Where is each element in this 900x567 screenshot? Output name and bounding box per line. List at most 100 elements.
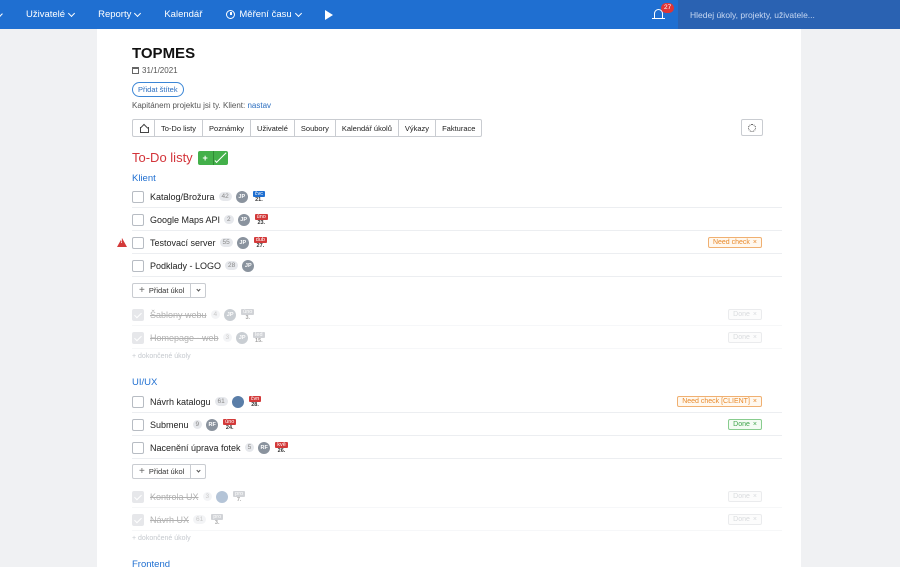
task-name[interactable]: Submenu [150, 420, 189, 430]
close-icon[interactable]: × [753, 421, 757, 428]
task-checkbox[interactable] [132, 418, 144, 431]
close-icon[interactable]: × [753, 239, 757, 246]
close-icon[interactable]: × [753, 493, 757, 500]
start-timer-button[interactable] [313, 0, 345, 29]
add-task-dropdown[interactable] [191, 284, 205, 297]
task-checkbox[interactable] [132, 236, 144, 249]
avatar[interactable] [231, 395, 244, 408]
status-badge[interactable]: Done × [728, 514, 762, 525]
task-count-badge: 55 [219, 238, 233, 247]
avatar[interactable]: JP [224, 308, 237, 321]
avatar[interactable]: RF [258, 441, 271, 454]
completed-task-row[interactable]: Návrh UX 61 pro 3. Done × [132, 509, 782, 531]
tab-invoicing[interactable]: Fakturace [436, 120, 481, 136]
task-name[interactable]: Návrh UX [150, 515, 189, 525]
list-title-client[interactable]: Klient [132, 173, 156, 184]
task-checkbox-checked[interactable] [132, 513, 144, 526]
list-title-frontend[interactable]: Frontend [132, 559, 170, 567]
tab-reports[interactable]: Výkazy [399, 120, 437, 136]
completed-task-row[interactable]: Kontrola UX 3 pro 7. Done × [132, 486, 782, 508]
status-badge[interactable]: Done × [728, 491, 762, 502]
task-name[interactable]: Testovací server [150, 238, 216, 248]
tab-users[interactable]: Uživatelé [251, 120, 295, 136]
status-badge[interactable]: Need check [CLIENT] × [677, 396, 762, 407]
project-date: 31/1/2021 [132, 66, 178, 75]
list-title-uiux[interactable]: UI/UX [132, 377, 157, 388]
close-icon[interactable]: × [753, 516, 757, 523]
todo-section-title: To-Do listy + [132, 150, 228, 165]
project-settings-button[interactable] [741, 119, 763, 136]
nav-reports[interactable]: Reporty [86, 0, 152, 29]
task-row[interactable]: Testovací server 55 JP dub27. Need check… [117, 232, 782, 254]
avatar[interactable]: JP [237, 213, 250, 226]
task-row[interactable]: Submenu 9 RF úno 24. Done × [132, 414, 782, 436]
task-checkbox-checked[interactable] [132, 308, 144, 321]
close-icon[interactable]: × [753, 398, 757, 405]
task-name[interactable]: Návrh katalogu [150, 397, 211, 407]
add-task-button[interactable]: + Přidat úkol [133, 284, 192, 297]
add-list-button[interactable]: + [197, 150, 213, 165]
avatar[interactable] [216, 490, 229, 503]
status-badge[interactable]: Done × [728, 309, 762, 320]
due-day: 26. [277, 447, 286, 454]
task-row[interactable]: Podklady - LOGO 28 JP [132, 255, 782, 277]
task-name[interactable]: Podklady - LOGO [150, 261, 221, 271]
due-date-badge: úno 23. [254, 213, 268, 226]
close-icon[interactable]: × [753, 334, 757, 341]
avatar[interactable]: RF [206, 418, 219, 431]
task-checkbox[interactable] [132, 395, 144, 408]
close-icon[interactable]: × [753, 311, 757, 318]
tab-home[interactable] [133, 120, 155, 136]
avatar[interactable]: JP [242, 259, 255, 272]
nav-users-label: Uživatelé [26, 9, 66, 20]
notifications-button[interactable]: 27 [650, 3, 675, 26]
task-checkbox-checked[interactable] [132, 490, 144, 503]
status-label: Done [733, 493, 750, 500]
tab-files[interactable]: Soubory [295, 120, 336, 136]
tab-task-calendar[interactable]: Kalendář úkolů [336, 120, 399, 136]
set-client-link[interactable]: nastav [247, 101, 271, 110]
task-name[interactable]: Katalog/Brožura [150, 192, 215, 202]
task-name[interactable]: Kontrola UX [150, 492, 199, 502]
project-tabs: To-Do listy Poznámky Uživatelé Soubory K… [132, 119, 483, 137]
add-list-dropdown[interactable] [212, 150, 228, 165]
show-completed-link[interactable]: + dokončené úkoly [132, 535, 191, 542]
avatar[interactable]: JP [236, 236, 249, 249]
task-checkbox[interactable] [132, 441, 144, 454]
add-tag-button[interactable]: Přidat štítek [132, 82, 184, 97]
due-day: 3. [214, 519, 220, 526]
plus-icon: + [139, 285, 145, 296]
task-name[interactable]: Homepage - web [150, 333, 219, 343]
completed-task-row[interactable]: Šablony webu 4 JP úno 3. Done × [132, 304, 782, 326]
status-badge[interactable]: Need check × [707, 237, 762, 248]
nav-time-label: Měření času [239, 9, 292, 20]
task-checkbox[interactable] [132, 213, 144, 226]
status-badge[interactable]: Done × [728, 332, 762, 343]
task-row[interactable]: Google Maps API 2 JP úno 23. [132, 209, 782, 231]
status-label: Done [733, 334, 750, 341]
task-row[interactable]: Návrh katalogu 61 čvn 28. Need check [CLI… [132, 391, 782, 413]
task-checkbox-checked[interactable] [132, 331, 144, 344]
task-row[interactable]: Katalog/Brožura 42 JP čvc 21. [132, 186, 782, 208]
top-navbar: Uživatelé Reporty Kalendář Měření času 2… [0, 0, 900, 29]
nav-time-tracking[interactable]: Měření času [214, 0, 312, 29]
task-row[interactable]: Nacenění úprava fotek 5 RF kvě 26. [132, 437, 782, 459]
tab-notes[interactable]: Poznámky [203, 120, 252, 136]
task-name[interactable]: Šablony webu [150, 310, 207, 320]
add-task-dropdown[interactable] [191, 465, 205, 478]
menu-caret-icon[interactable] [0, 11, 3, 17]
task-name[interactable]: Nacenění úprava fotek [150, 443, 241, 453]
show-completed-link[interactable]: + dokončené úkoly [132, 353, 191, 360]
add-task-button[interactable]: + Přidat úkol [133, 465, 192, 478]
status-badge[interactable]: Done × [728, 419, 762, 430]
task-checkbox[interactable] [132, 190, 144, 203]
nav-calendar[interactable]: Kalendář [152, 0, 214, 29]
completed-task-row[interactable]: Homepage - web 3 JP led 15. Done × [132, 327, 782, 349]
avatar[interactable]: JP [236, 331, 249, 344]
avatar[interactable]: JP [235, 190, 248, 203]
task-name[interactable]: Google Maps API [150, 215, 220, 225]
task-checkbox[interactable] [132, 259, 144, 272]
tab-todo-lists[interactable]: To-Do listy [155, 120, 204, 136]
search-input[interactable] [678, 0, 900, 29]
nav-users[interactable]: Uživatelé [14, 0, 86, 29]
